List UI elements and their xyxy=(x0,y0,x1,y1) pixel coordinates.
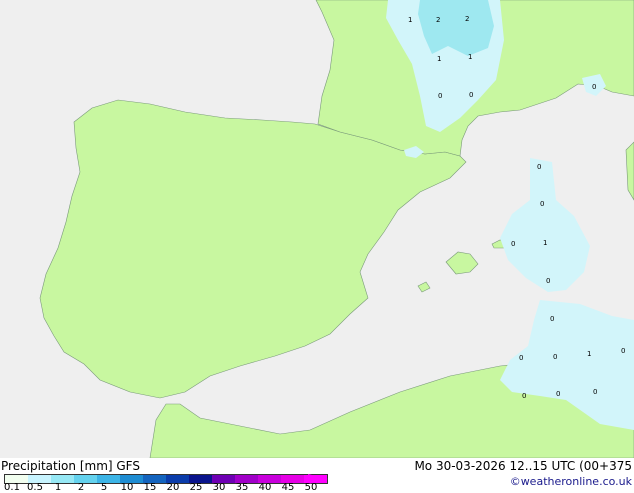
contour-label: 2 xyxy=(465,15,469,23)
contour-label: 0 xyxy=(621,347,625,355)
precip-core-france xyxy=(418,0,494,56)
legend-title: Precipitation [mm] GFS xyxy=(1,459,140,473)
contour-label: 0 xyxy=(469,91,473,99)
contour-label: 0 xyxy=(592,83,596,91)
contour-label: 0 xyxy=(540,200,544,208)
map-canvas: 1 2 2 1 1 0 0 0 0 0 1 0 0 0 0 1 0 0 0 0 … xyxy=(0,0,634,458)
scale-tick-label: 0.1 xyxy=(4,482,20,493)
contour-label: 0 xyxy=(553,353,557,361)
scale-tick-label: 5 xyxy=(100,482,108,493)
contour-label: 0 xyxy=(522,392,526,400)
scale-labels: 0.1 0.5 1 2 5 10 15 20 25 30 35 40 45 50 xyxy=(0,482,340,493)
contour-label: 0 xyxy=(546,277,550,285)
forecast-datetime: Mo 30-03-2026 12..15 UTC (00+375 xyxy=(414,459,632,473)
scale-tick-label: 25 xyxy=(189,482,203,493)
precipitation-map: 1 2 2 1 1 0 0 0 0 0 1 0 0 0 0 1 0 0 0 0 … xyxy=(0,0,634,458)
scale-tick-label: 50 xyxy=(304,482,318,493)
contour-label: 0 xyxy=(438,92,442,100)
contour-label: 0 xyxy=(550,315,554,323)
scale-tick-label: 35 xyxy=(235,482,249,493)
contour-label: 0 xyxy=(511,240,515,248)
contour-label: 1 xyxy=(543,239,547,247)
contour-label: 0 xyxy=(556,390,560,398)
scale-tick-label: 0.5 xyxy=(27,482,43,493)
scale-tick-label: 10 xyxy=(120,482,134,493)
scale-tick-label: 30 xyxy=(212,482,226,493)
contour-label: 0 xyxy=(593,388,597,396)
contour-label: 1 xyxy=(437,55,441,63)
contour-label: 1 xyxy=(408,16,412,24)
contour-label: 1 xyxy=(587,350,591,358)
scale-tick-label: 40 xyxy=(258,482,272,493)
scale-tick-label: 15 xyxy=(143,482,157,493)
contour-label: 0 xyxy=(519,354,523,362)
scale-tick-label: 45 xyxy=(281,482,295,493)
scale-tick-label: 1 xyxy=(54,482,62,493)
contour-label: 1 xyxy=(468,53,472,61)
credit-link[interactable]: ©weatheronline.co.uk xyxy=(510,475,632,488)
scale-tick-label: 2 xyxy=(77,482,85,493)
legend-panel: Precipitation [mm] GFS Mo 30-03-2026 12.… xyxy=(0,458,634,493)
contour-label: 2 xyxy=(436,16,440,24)
contour-label: 0 xyxy=(537,163,541,171)
scale-tick-label: 20 xyxy=(166,482,180,493)
